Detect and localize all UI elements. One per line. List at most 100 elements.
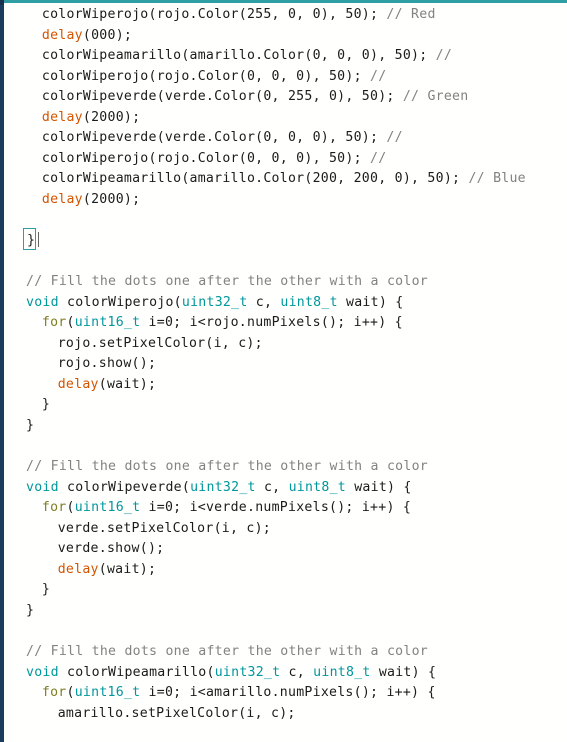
code-line[interactable]: amarillo.setPixelColor(i, c); bbox=[4, 704, 567, 725]
code-token-comment: // Fill the dots one after the other wit… bbox=[26, 459, 428, 475]
code-line[interactable]: void colorWipeamarillo(uint32_t c, uint8… bbox=[4, 663, 567, 684]
code-token-ctrl: for bbox=[41, 685, 67, 701]
code-line[interactable]: // Fill the dots one after the other wit… bbox=[4, 457, 567, 478]
code-line[interactable]: delay(2000); bbox=[4, 190, 567, 211]
code-token-plain: colorWipeamarillo( bbox=[58, 664, 215, 680]
code-line[interactable]: colorWipeamarillo(amarillo.Color(0, 0, 0… bbox=[4, 46, 567, 67]
code-token-plain: rojo.setPixelColor(i, c); bbox=[57, 335, 263, 351]
code-line-blank[interactable] bbox=[4, 252, 567, 273]
code-token-ctrl: for bbox=[41, 500, 67, 516]
code-line-blank[interactable] bbox=[4, 436, 567, 457]
code-token-comment: // Red bbox=[386, 7, 436, 22]
code-line[interactable]: verde.setPixelColor(i, c); bbox=[4, 519, 567, 540]
code-token-plain: rojo.show(); bbox=[57, 356, 157, 372]
code-line[interactable]: delay(2000); bbox=[4, 108, 567, 129]
code-token-kw: uint16_t bbox=[74, 500, 141, 516]
code-line[interactable]: delay(000); bbox=[4, 26, 567, 47]
code-token-plain: amarillo.setPixelColor(i, c); bbox=[57, 705, 296, 721]
code-token-plain: c, bbox=[255, 479, 289, 495]
code-token-fn: delay bbox=[57, 561, 99, 577]
code-line[interactable]: colorWiperojo(rojo.Color(255, 0, 0), 50)… bbox=[4, 5, 567, 26]
code-token-kw: uint8_t bbox=[288, 479, 346, 495]
code-line[interactable]: } bbox=[4, 395, 567, 416]
code-token-kw: uint16_t bbox=[74, 685, 141, 701]
code-token-kw: uint32_t bbox=[214, 664, 281, 680]
code-editor-window: colorWiperojo(rojo.Color(255, 0, 0), 50)… bbox=[0, 0, 567, 742]
code-line[interactable]: verde.show(); bbox=[4, 539, 567, 560]
code-line[interactable]: delay(wait); bbox=[4, 375, 567, 396]
code-line[interactable]: } bbox=[4, 228, 567, 252]
code-line[interactable]: colorWipeverde(verde.Color(0, 255, 0), 5… bbox=[4, 87, 567, 108]
code-line[interactable]: void colorWiperojo(uint32_t c, uint8_t w… bbox=[4, 293, 567, 314]
code-token-plain: verde.setPixelColor(i, c); bbox=[57, 520, 272, 536]
code-line[interactable]: colorWipeverde(verde.Color(0, 0, 0), 50)… bbox=[4, 128, 567, 149]
code-token-plain: wait) { bbox=[346, 479, 412, 495]
code-line[interactable]: colorWiperojo(rojo.Color(0, 0, 0), 50); … bbox=[4, 149, 567, 170]
code-line[interactable]: } bbox=[4, 601, 567, 622]
code-token-fn: delay bbox=[41, 191, 83, 207]
code-token-plain: } bbox=[41, 397, 51, 413]
code-token-plain: colorWipeamarillo(amarillo.Color(0, 0, 0… bbox=[41, 48, 436, 64]
code-line[interactable]: colorWipeamarillo(amarillo.Color(200, 20… bbox=[4, 169, 567, 190]
code-token-comment: // Blue bbox=[468, 171, 526, 187]
code-text-area[interactable]: colorWiperojo(rojo.Color(255, 0, 0), 50)… bbox=[4, 3, 567, 742]
code-token-plain: (2000); bbox=[82, 109, 141, 125]
code-token-plain: verde.show(); bbox=[57, 541, 165, 557]
code-token-kw: uint32_t bbox=[190, 479, 256, 495]
code-line[interactable]: // Fill the dots one after the other wit… bbox=[4, 272, 567, 293]
code-token-plain: } bbox=[26, 602, 35, 618]
code-token-plain: wait) { bbox=[337, 294, 404, 310]
code-token-kw: void bbox=[26, 294, 59, 310]
code-line[interactable]: for(uint16_t i=0; i<amarillo.numPixels()… bbox=[4, 683, 567, 704]
code-token-plain: colorWiperojo(rojo.Color(0, 0, 0), 50); bbox=[41, 68, 371, 84]
code-line[interactable]: } bbox=[4, 580, 567, 601]
code-line[interactable]: for(uint16_t i=0; i<rojo.numPixels(); i+… bbox=[4, 313, 567, 334]
code-token-plain: ( bbox=[66, 315, 75, 331]
code-token-plain: ( bbox=[66, 685, 75, 701]
code-token-plain: } bbox=[41, 582, 51, 598]
code-line[interactable]: colorWiperojo(rojo.Color(0, 0, 0), 50); … bbox=[4, 67, 567, 88]
code-token-plain: (wait); bbox=[98, 376, 157, 392]
code-token-plain: colorWiperojo(rojo.Color(255, 0, 0), 50)… bbox=[41, 7, 387, 22]
code-token-comment: // Green bbox=[402, 89, 469, 105]
code-token-plain: colorWipeamarillo(amarillo.Color(200, 20… bbox=[41, 171, 469, 187]
code-token-plain: i=0; i<rojo.numPixels(); i++) { bbox=[140, 315, 403, 331]
code-token-plain: (2000); bbox=[82, 191, 141, 207]
text-caret bbox=[38, 232, 40, 248]
code-line[interactable]: delay(wait); bbox=[4, 560, 567, 581]
code-token-comment: // bbox=[435, 48, 453, 64]
code-token-plain: i=0; i<amarillo.numPixels(); i++) { bbox=[140, 685, 436, 701]
code-token-kw: uint8_t bbox=[313, 664, 371, 680]
code-token-plain: (wait); bbox=[98, 561, 157, 577]
code-token-plain: colorWipeverde(verde.Color(0, 255, 0), 5… bbox=[41, 89, 403, 105]
code-token-plain: (000); bbox=[82, 27, 133, 43]
code-token-plain: } bbox=[27, 233, 36, 249]
code-token-plain: i=0; i<verde.numPixels(); i++) { bbox=[140, 500, 412, 516]
code-token-kw: uint32_t bbox=[181, 294, 248, 310]
code-line[interactable]: // Fill the dots one after the other wit… bbox=[4, 642, 567, 663]
code-token-fn: delay bbox=[41, 109, 83, 125]
code-token-comment: // bbox=[386, 130, 403, 146]
code-token-kw: void bbox=[26, 664, 59, 680]
code-token-fn: delay bbox=[41, 27, 83, 43]
code-token-comment: // Fill the dots one after the other wit… bbox=[26, 274, 428, 290]
code-token-plain: c, bbox=[280, 664, 314, 680]
code-line-blank[interactable] bbox=[4, 210, 567, 231]
code-token-plain: colorWipeverde(verde.Color(0, 0, 0), 50)… bbox=[41, 130, 387, 146]
code-token-comment: // bbox=[370, 150, 387, 166]
code-token-kw: uint8_t bbox=[280, 294, 338, 310]
code-line[interactable]: void colorWipeverde(uint32_t c, uint8_t … bbox=[4, 478, 567, 499]
code-token-kw: uint16_t bbox=[74, 315, 141, 331]
code-line[interactable]: rojo.show(); bbox=[4, 354, 567, 375]
code-line[interactable]: for(uint16_t i=0; i<verde.numPixels(); i… bbox=[4, 498, 567, 519]
code-token-ctrl: for bbox=[41, 315, 67, 331]
bracket-match-highlight: } bbox=[22, 228, 37, 252]
code-line-list[interactable]: colorWiperojo(rojo.Color(255, 0, 0), 50)… bbox=[4, 5, 567, 724]
code-token-plain: colorWipeverde( bbox=[58, 479, 191, 495]
code-line[interactable]: rojo.setPixelColor(i, c); bbox=[4, 334, 567, 355]
code-line[interactable]: } bbox=[4, 416, 567, 437]
code-token-comment: // bbox=[370, 68, 387, 84]
code-token-plain: colorWiperojo( bbox=[58, 294, 182, 310]
code-token-plain: } bbox=[26, 417, 35, 433]
code-line-blank[interactable] bbox=[4, 621, 567, 642]
